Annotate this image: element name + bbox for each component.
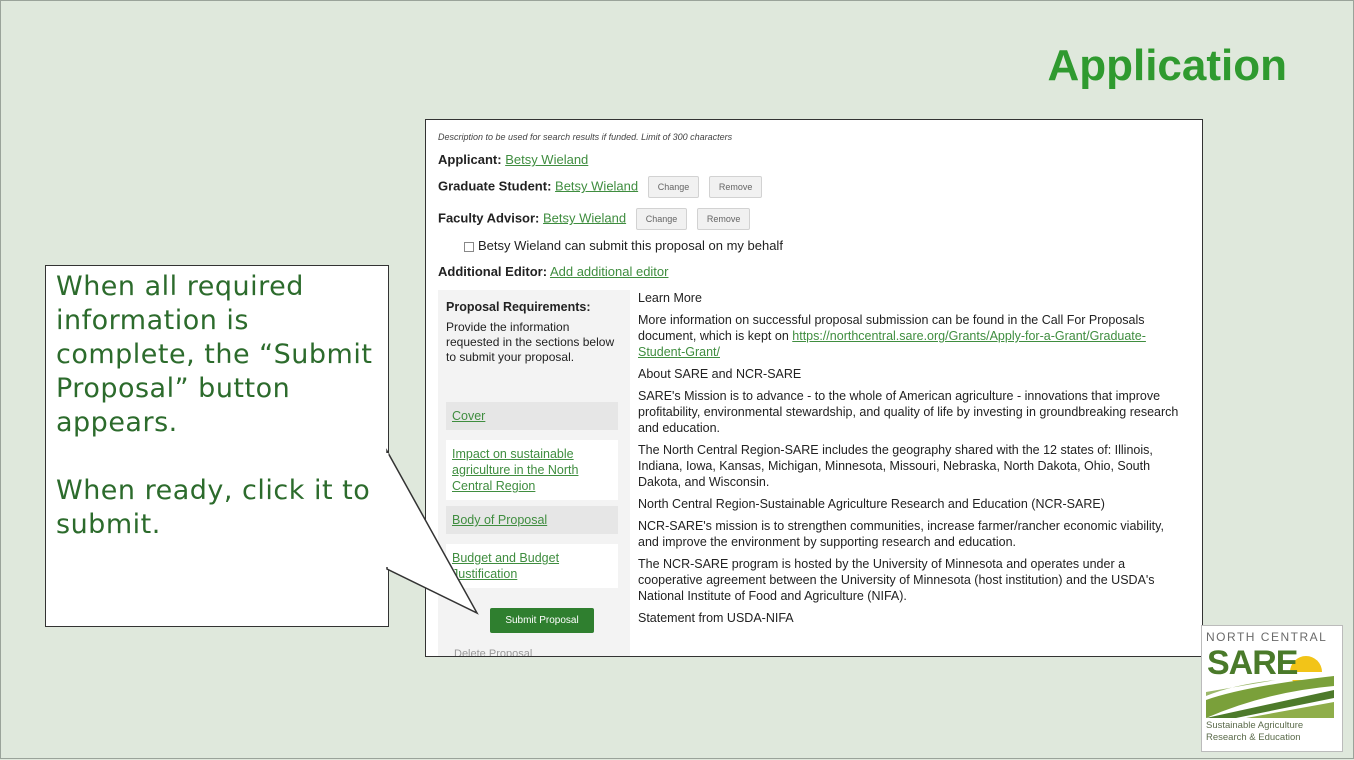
faculty-advisor-row: Faculty Advisor: Betsy Wieland Change Re… xyxy=(438,208,751,230)
info-paragraph: More information on successful proposal … xyxy=(638,312,1188,360)
graduate-student-row: Graduate Student: Betsy Wieland Change R… xyxy=(438,176,763,198)
learn-more-heading: Learn More xyxy=(638,291,702,305)
behalf-row: Betsy Wieland can submit this proposal o… xyxy=(464,238,783,253)
callout-text-2: When ready, click it to submit. xyxy=(56,475,371,540)
sidebar-item-impact[interactable]: Impact on sustainable agriculture in the… xyxy=(446,440,618,500)
additional-editor-row: Additional Editor: Add additional editor xyxy=(438,264,668,279)
usda-statement-heading: Statement from USDA-NIFA xyxy=(638,611,794,625)
applicant-label: Applicant: xyxy=(438,152,502,167)
region-paragraph: The North Central Region-SARE includes t… xyxy=(638,443,1153,489)
behalf-checkbox-label: Betsy Wieland can submit this proposal o… xyxy=(478,238,783,253)
sidebar-item-cover[interactable]: Cover xyxy=(446,402,618,430)
graduate-student-link[interactable]: Betsy Wieland xyxy=(555,178,638,193)
description-hint: Description to be used for search result… xyxy=(438,132,733,142)
ncr-sare-paragraph: North Central Region-Sustainable Agricul… xyxy=(638,497,1105,511)
sidebar-title: Proposal Requirements: xyxy=(446,300,591,314)
faculty-advisor-change-button[interactable]: Change xyxy=(635,208,688,230)
ncr-mission-paragraph: NCR-SARE's mission is to strengthen comm… xyxy=(638,519,1164,549)
instruction-callout: When all required information is complet… xyxy=(45,265,389,627)
slide-title: Application xyxy=(1047,41,1287,90)
graduate-student-label: Graduate Student: xyxy=(438,178,552,194)
logo-subtitle-2: Research & Education xyxy=(1206,732,1301,743)
logo-north-central: NORTH CENTRAL xyxy=(1206,630,1328,644)
main-content: Learn More More information on successfu… xyxy=(638,290,1188,632)
faculty-advisor-label: Faculty Advisor: xyxy=(438,210,540,226)
host-paragraph: The NCR-SARE program is hosted by the Un… xyxy=(638,557,1155,603)
slide: Application Description to be used for s… xyxy=(0,0,1354,759)
add-editor-link[interactable]: Add additional editor xyxy=(550,264,669,279)
graduate-student-remove-button[interactable]: Remove xyxy=(708,176,763,198)
faculty-advisor-link[interactable]: Betsy Wieland xyxy=(543,210,626,225)
logo-subtitle-1: Sustainable Agriculture xyxy=(1206,720,1304,731)
sidebar-item-budget[interactable]: Budget and Budget Justification xyxy=(446,544,618,588)
proposal-requirements-sidebar: Proposal Requirements: Provide the infor… xyxy=(438,290,630,656)
about-heading: About SARE and NCR-SARE xyxy=(638,367,802,381)
behalf-checkbox[interactable] xyxy=(464,241,474,252)
additional-editor-label: Additional Editor: xyxy=(438,264,548,279)
proposal-screenshot: Description to be used for search result… xyxy=(425,119,1203,657)
callout-text-1: When all required information is complet… xyxy=(56,271,373,438)
sidebar-description: Provide the information requested in the… xyxy=(446,320,615,364)
submit-proposal-button[interactable]: Submit Proposal xyxy=(490,608,594,633)
faculty-advisor-remove-button[interactable]: Remove xyxy=(696,208,751,230)
sare-logo: NORTH CENTRAL SARE Sustainable Agricultu… xyxy=(1201,625,1343,752)
applicant-link[interactable]: Betsy Wieland xyxy=(505,152,588,167)
logo-sare: SARE xyxy=(1207,644,1298,682)
applicant-row: Applicant: Betsy Wieland xyxy=(438,152,588,167)
sidebar-item-body[interactable]: Body of Proposal xyxy=(446,506,618,534)
mission-paragraph: SARE's Mission is to advance - to the wh… xyxy=(638,389,1179,435)
delete-proposal-link[interactable]: Delete Proposal xyxy=(454,648,532,656)
graduate-student-change-button[interactable]: Change xyxy=(647,176,700,198)
